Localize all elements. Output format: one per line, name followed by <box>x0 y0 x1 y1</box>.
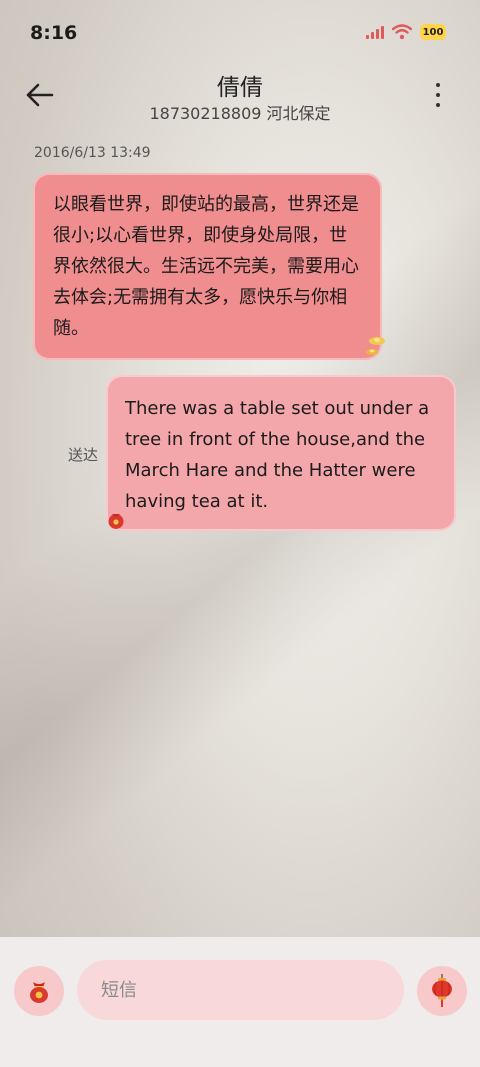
signal-icon <box>366 25 384 39</box>
composer-bar <box>0 937 480 1067</box>
outgoing-message-text: There was a table set out under a tree i… <box>125 398 430 512</box>
incoming-message-text: 以眼看世界，即使站的最高，世界还是很小;以心看世界，即使身处局限，世界依然很大。… <box>53 194 359 339</box>
attach-button[interactable] <box>14 966 64 1016</box>
message-input[interactable] <box>77 960 404 1020</box>
gold-ingot-icon <box>366 337 385 355</box>
conversation-header: 倩倩 18730218809 河北保定 <box>0 64 480 134</box>
lucky-bag-icon <box>108 514 124 529</box>
status-icons: 100 <box>366 24 446 40</box>
wifi-icon <box>392 24 412 40</box>
contact-name: 倩倩 <box>217 75 263 101</box>
more-vertical-icon[interactable] <box>432 80 444 110</box>
outgoing-message-bubble[interactable]: There was a table set out under a tree i… <box>106 375 456 531</box>
lucky-bag-icon <box>30 982 48 1003</box>
status-bar: 8:16 100 <box>0 0 480 64</box>
incoming-message-bubble[interactable]: 以眼看世界，即使站的最高，世界还是很小;以心看世界，即使身处局限，世界依然很大。… <box>33 173 382 360</box>
battery-level: 100 <box>422 26 444 38</box>
status-time: 8:16 <box>30 22 78 44</box>
contact-number-location: 18730218809 河北保定 <box>149 104 331 123</box>
send-button[interactable] <box>417 966 467 1016</box>
delivery-status: 送达 <box>68 446 99 464</box>
message-input-container[interactable] <box>77 960 404 1020</box>
battery-icon: 100 <box>420 24 446 40</box>
lantern-icon <box>432 974 452 1007</box>
message-timestamp: 2016/6/13 13:49 <box>34 145 151 161</box>
